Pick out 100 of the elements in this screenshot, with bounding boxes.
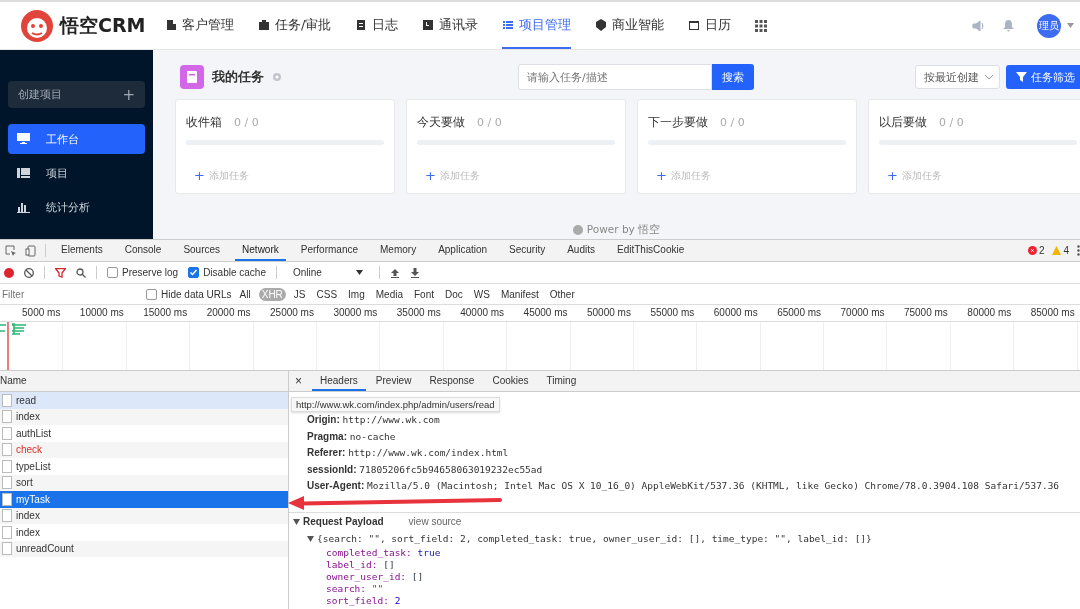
task-count: 0 / 0 <box>234 116 259 129</box>
detail-tab[interactable]: Timing <box>538 371 585 391</box>
file-icon <box>2 443 12 457</box>
upload-icon[interactable] <box>389 267 400 278</box>
devtools-tab[interactable]: Elements <box>54 240 110 261</box>
file-icon <box>2 509 12 523</box>
user-avatar[interactable]: 理员 <box>1037 13 1061 38</box>
task-count: 0 / 0 <box>939 116 964 129</box>
header-line: User-Agent: Mozilla/5.0 (Macintosh; Intel Mac OS X 10_16_0) AppleWebKit/537.36 (KHTML, like Gecko) Chrome/78.0.3904.108 Safari/537.36 <box>307 479 1061 494</box>
app-logo-text: 悟空CRM <box>60 12 146 38</box>
type-filter-button[interactable]: Font <box>411 287 437 301</box>
board-icon <box>17 167 30 179</box>
create-project-button[interactable]: 创建项目 + <box>8 81 145 108</box>
file-icon <box>2 476 12 490</box>
disable-cache-checkbox[interactable]: Disable cache <box>188 267 266 278</box>
detail-tab[interactable]: Preview <box>367 371 420 391</box>
list-icon <box>502 18 515 31</box>
timeline-tick-label: 35000 ms <box>395 306 442 320</box>
devtools-tab[interactable]: Memory <box>373 240 424 261</box>
task-icon <box>180 65 204 89</box>
nav-tab[interactable]: 通讯录 <box>422 2 479 49</box>
warning-count[interactable]: 4 <box>1063 245 1069 256</box>
search-button[interactable]: 搜索 <box>712 64 754 90</box>
filter-icon <box>1016 72 1027 82</box>
throttling-select[interactable]: Online <box>286 266 369 279</box>
add-task-link[interactable]: + 添加任务 <box>417 168 615 183</box>
type-filter-button[interactable]: Other <box>546 287 578 301</box>
payload-field: label_id: [] <box>293 558 1080 571</box>
payload-field: completed_task: true <box>293 546 1080 559</box>
sidebar-item[interactable]: 工作台 <box>8 124 145 154</box>
expand-triangle-icon[interactable] <box>307 535 314 542</box>
hide-data-urls-checkbox[interactable]: Hide data URLs <box>146 288 232 300</box>
waterfall-drawing <box>0 322 28 370</box>
type-filter-button[interactable]: JS <box>290 287 309 301</box>
type-filter-button[interactable]: Img <box>345 287 368 301</box>
sidebar-item[interactable]: 统计分析 <box>8 192 145 222</box>
timeline-tick-label: 40000 ms <box>459 306 506 320</box>
devtools-tab[interactable]: Console <box>117 240 169 261</box>
caret-icon[interactable] <box>1067 23 1074 28</box>
request-row[interactable]: read <box>0 392 288 409</box>
timeline-tick-label: 55000 ms <box>649 306 696 320</box>
inspect-icon[interactable] <box>5 244 17 257</box>
column-title: 以后要做 <box>879 114 927 131</box>
briefcase-icon <box>258 18 270 31</box>
download-icon[interactable] <box>409 267 420 278</box>
nav-tab[interactable]: 任务/审批 <box>258 2 332 49</box>
add-task-link[interactable]: + 添加任务 <box>648 168 846 183</box>
devtools-tab[interactable]: EditThisCookie <box>610 240 692 261</box>
more-menu-icon[interactable] <box>1077 245 1080 256</box>
devtools-tab[interactable]: Application <box>431 240 495 261</box>
timeline-tick-label: 75000 ms <box>902 306 949 320</box>
name-column-header[interactable]: Name <box>0 371 288 392</box>
type-filter-button[interactable]: CSS <box>313 287 341 301</box>
search-field[interactable]: 请输入任务/描述 <box>518 64 712 90</box>
detail-tab[interactable]: Headers <box>312 371 366 391</box>
apps-grid-icon[interactable] <box>755 19 768 32</box>
file-icon <box>2 410 12 424</box>
file-icon <box>2 525 12 539</box>
close-button[interactable]: × <box>295 374 302 388</box>
collapse-triangle-icon[interactable] <box>293 518 300 525</box>
clear-icon[interactable] <box>24 267 34 278</box>
error-count[interactable]: 2 <box>1038 245 1045 256</box>
type-filter-button[interactable]: WS <box>470 287 493 301</box>
task-count: 0 / 0 <box>720 116 745 129</box>
filter-icon[interactable] <box>55 267 66 278</box>
detail-tab[interactable]: Cookies <box>484 371 537 391</box>
caret-icon <box>355 270 363 275</box>
view-source-link[interactable]: view source <box>408 516 462 528</box>
type-filter-button[interactable]: All <box>236 287 254 301</box>
devtools-tab[interactable]: Network <box>235 240 286 261</box>
type-filter-button[interactable]: Manifest <box>497 287 542 301</box>
error-icon[interactable] <box>1027 246 1037 255</box>
detail-tab[interactable]: Response <box>421 371 483 391</box>
bar-chart-icon <box>17 201 30 213</box>
nav-tab[interactable]: 客户管理 <box>165 2 234 49</box>
sidebar-item[interactable]: 项目 <box>8 158 145 188</box>
section-title: Request Payload <box>303 516 384 528</box>
timeline-tick-label: 25000 ms <box>269 306 315 320</box>
task-filter-button[interactable]: 任务筛选 <box>1006 65 1080 89</box>
request-row[interactable]: myTask <box>0 491 288 508</box>
devtools-tab[interactable]: Performance <box>293 240 365 261</box>
sort-select[interactable]: 按最近创建 <box>915 65 1000 89</box>
nav-tab[interactable]: 商业智能 <box>595 2 665 49</box>
search-icon[interactable] <box>76 267 86 278</box>
type-filter-button[interactable]: Media <box>372 287 406 301</box>
page-title: 我的任务 <box>212 68 264 86</box>
devtools-tab[interactable]: Audits <box>560 240 602 261</box>
url-tooltip: http://www.wk.com/index.php/admin/users/read <box>291 397 500 412</box>
preserve-log-checkbox[interactable]: Preserve log <box>107 267 179 278</box>
record-icon[interactable] <box>4 267 14 278</box>
devtools-tab[interactable]: Sources <box>176 240 228 261</box>
nav-tab[interactable]: 日志 <box>355 2 399 49</box>
column-title: 收件箱 <box>186 114 222 131</box>
calendar-icon <box>688 18 701 31</box>
type-filter-button[interactable]: Doc <box>442 287 466 301</box>
add-task-link[interactable]: + 添加任务 <box>186 168 384 183</box>
nav-tab[interactable]: 日历 <box>688 2 732 49</box>
device-icon[interactable] <box>25 244 37 257</box>
devtools-tab[interactable]: Security <box>502 240 553 261</box>
add-task-link[interactable]: + 添加任务 <box>879 168 1077 183</box>
